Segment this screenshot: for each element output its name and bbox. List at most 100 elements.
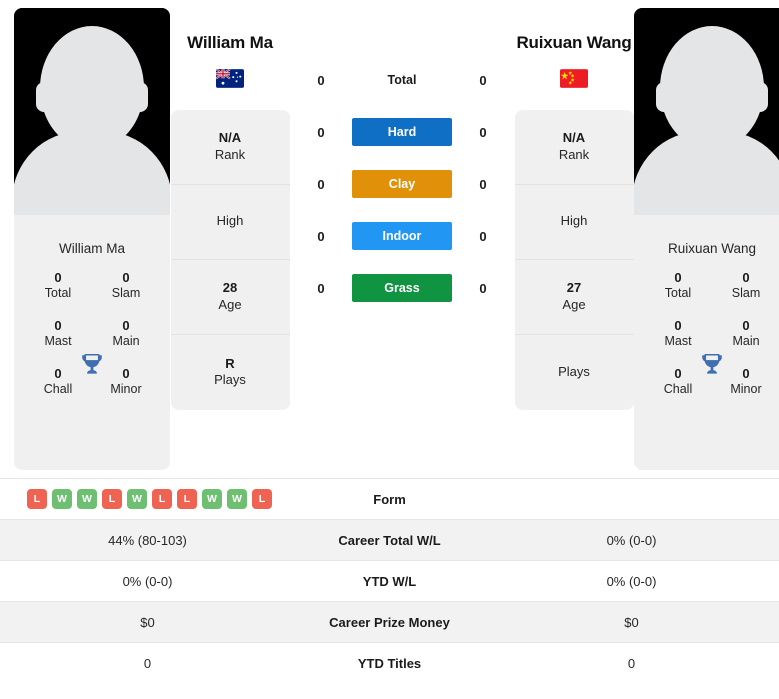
left-title-main-label: Main bbox=[112, 334, 140, 349]
right-titles-row-1: 0 Total 0 Slam bbox=[644, 270, 779, 302]
left-title-minor-label: Minor bbox=[110, 382, 142, 396]
right-title-main-label: Main bbox=[732, 334, 760, 349]
table-row: 0 YTD Titles 0 bbox=[0, 642, 779, 684]
surface-hard-right-value: 0 bbox=[479, 124, 487, 140]
right-title-mast: 0 Mast bbox=[654, 318, 702, 350]
right-title-main-value: 0 bbox=[742, 317, 750, 333]
right-info-rank: N/A Rank bbox=[514, 110, 634, 185]
form-badge-loss[interactable]: L bbox=[27, 489, 47, 509]
avatar-body-icon bbox=[14, 131, 170, 215]
comparison-stats-table: L W W L W L L W W L Form 44% (80-103) Ca… bbox=[0, 478, 779, 684]
row-label-form: Form bbox=[373, 491, 406, 507]
left-info-age-label: Age bbox=[218, 296, 242, 312]
right-player-photo-card: Ruixuan Wang 0 Total 0 Slam 0 Mast 0 Mai… bbox=[634, 8, 779, 470]
left-player-titles-grid: 0 Total 0 Slam 0 Mast 0 Main 0 Chall 0 M… bbox=[14, 256, 170, 414]
left-career-prize-money: $0 bbox=[140, 614, 155, 630]
left-info-plays-value: R bbox=[225, 355, 235, 371]
left-title-slam-value: 0 bbox=[122, 270, 130, 285]
left-player-name[interactable]: William Ma bbox=[187, 32, 273, 55]
form-badge-loss[interactable]: L bbox=[177, 489, 197, 509]
right-career-prize-money: $0 bbox=[624, 614, 639, 630]
table-row: L W W L W L L W W L Form bbox=[0, 478, 779, 520]
left-player-photo-caption: William Ma bbox=[59, 241, 125, 256]
left-titles-row-2: 0 Mast 0 Main bbox=[24, 318, 160, 350]
left-title-minor: 0 Minor bbox=[102, 366, 150, 398]
right-ytd-titles: 0 bbox=[627, 655, 636, 671]
right-title-chall-label: Chall bbox=[663, 382, 693, 396]
form-badge-win[interactable]: W bbox=[227, 489, 247, 509]
trophy-icon bbox=[699, 351, 725, 382]
form-badges-cell: L W W L W L L W W L bbox=[0, 479, 295, 520]
left-title-mast-value: 0 bbox=[54, 317, 62, 333]
surface-row-hard: 0 Hard 0 bbox=[290, 118, 514, 146]
surface-total-left-value: 0 bbox=[317, 72, 325, 88]
right-title-minor-value: 0 bbox=[742, 365, 750, 381]
right-info-rank-value: N/A bbox=[562, 130, 586, 146]
right-title-slam-label: Slam bbox=[731, 286, 761, 301]
row-label-ytd-wl: YTD W/L bbox=[362, 573, 417, 589]
right-info-rank-label: Rank bbox=[558, 146, 590, 162]
left-title-chall-value: 0 bbox=[54, 365, 62, 381]
right-info-plays: Plays bbox=[515, 335, 634, 410]
form-badge-loss[interactable]: L bbox=[102, 489, 122, 509]
surface-clay-right-value: 0 bbox=[479, 176, 487, 192]
right-title-main: 0 Main bbox=[722, 318, 770, 350]
left-title-chall: 0 Chall bbox=[34, 366, 82, 398]
right-player-name[interactable]: Ruixuan Wang bbox=[516, 32, 631, 55]
form-badge-win[interactable]: W bbox=[202, 489, 222, 509]
left-player-name-column: William Ma N/A Rank High 28 Age R Plays bbox=[170, 8, 290, 410]
form-badge-loss[interactable]: L bbox=[152, 489, 172, 509]
left-title-total-value: 0 bbox=[54, 270, 62, 285]
right-title-mast-label: Mast bbox=[664, 334, 692, 349]
right-info-high: High bbox=[514, 185, 634, 260]
left-info-rank: N/A Rank bbox=[170, 110, 290, 185]
left-player-photo bbox=[14, 8, 170, 215]
surface-indoor-label[interactable]: Indoor bbox=[352, 222, 452, 250]
right-player-info-stack: N/A Rank High 27 Age Plays bbox=[514, 109, 634, 410]
row-label-ytd-titles: YTD Titles bbox=[357, 655, 422, 671]
right-info-age-label: Age bbox=[562, 296, 586, 312]
right-player-photo bbox=[634, 8, 779, 215]
left-title-minor-value: 0 bbox=[122, 365, 130, 381]
right-title-chall-value: 0 bbox=[674, 365, 682, 381]
right-title-total: 0 Total bbox=[654, 270, 702, 302]
right-title-minor: 0 Minor bbox=[722, 366, 770, 398]
left-ytd-titles: 0 bbox=[143, 655, 152, 671]
surface-hard-left-value: 0 bbox=[317, 124, 325, 140]
left-titles-row-1: 0 Total 0 Slam bbox=[24, 270, 160, 302]
right-career-total-wl: 0% (0-0) bbox=[606, 532, 657, 548]
avatar-ear-right-icon bbox=[752, 82, 768, 112]
compare-header-area: William Ma 0 Total 0 Slam 0 Mast 0 Main … bbox=[0, 0, 779, 478]
surface-grass-label[interactable]: Grass bbox=[352, 274, 452, 302]
left-player-info-stack: N/A Rank High 28 Age R Plays bbox=[170, 109, 290, 410]
right-title-total-value: 0 bbox=[674, 270, 682, 285]
right-player-titles-grid: 0 Total 0 Slam 0 Mast 0 Main 0 Chall 0 M… bbox=[634, 256, 779, 414]
left-info-rank-value: N/A bbox=[218, 130, 242, 146]
table-row: 0% (0-0) YTD W/L 0% (0-0) bbox=[0, 560, 779, 602]
surface-grass-right-value: 0 bbox=[479, 280, 487, 296]
avatar-ear-right-icon bbox=[132, 82, 148, 112]
right-title-mast-value: 0 bbox=[674, 317, 682, 333]
left-title-slam: 0 Slam bbox=[102, 270, 150, 302]
surface-total-label: Total bbox=[387, 73, 417, 87]
surface-clay-label[interactable]: Clay bbox=[352, 170, 452, 198]
surface-row-total: 0 Total 0 bbox=[290, 66, 514, 94]
surface-row-clay: 0 Clay 0 bbox=[290, 170, 514, 198]
left-title-total: 0 Total bbox=[34, 270, 82, 302]
form-badge-win[interactable]: W bbox=[77, 489, 97, 509]
table-row: $0 Career Prize Money $0 bbox=[0, 601, 779, 643]
australia-flag-icon bbox=[216, 68, 244, 88]
right-title-minor-label: Minor bbox=[730, 382, 762, 396]
left-info-high: High bbox=[170, 185, 290, 260]
surface-hard-label[interactable]: Hard bbox=[352, 118, 452, 146]
left-info-age-value: 28 bbox=[222, 280, 238, 296]
avatar-ear-left-icon bbox=[656, 82, 672, 112]
form-badge-loss[interactable]: L bbox=[252, 489, 272, 509]
left-info-high-label: High bbox=[216, 213, 244, 229]
avatar-body-icon bbox=[634, 131, 779, 215]
right-ytd-wl: 0% (0-0) bbox=[606, 573, 657, 589]
surface-row-grass: 0 Grass 0 bbox=[290, 274, 514, 302]
right-info-plays-label: Plays bbox=[558, 363, 590, 379]
form-badge-win[interactable]: W bbox=[52, 489, 72, 509]
form-badge-win[interactable]: W bbox=[127, 489, 147, 509]
